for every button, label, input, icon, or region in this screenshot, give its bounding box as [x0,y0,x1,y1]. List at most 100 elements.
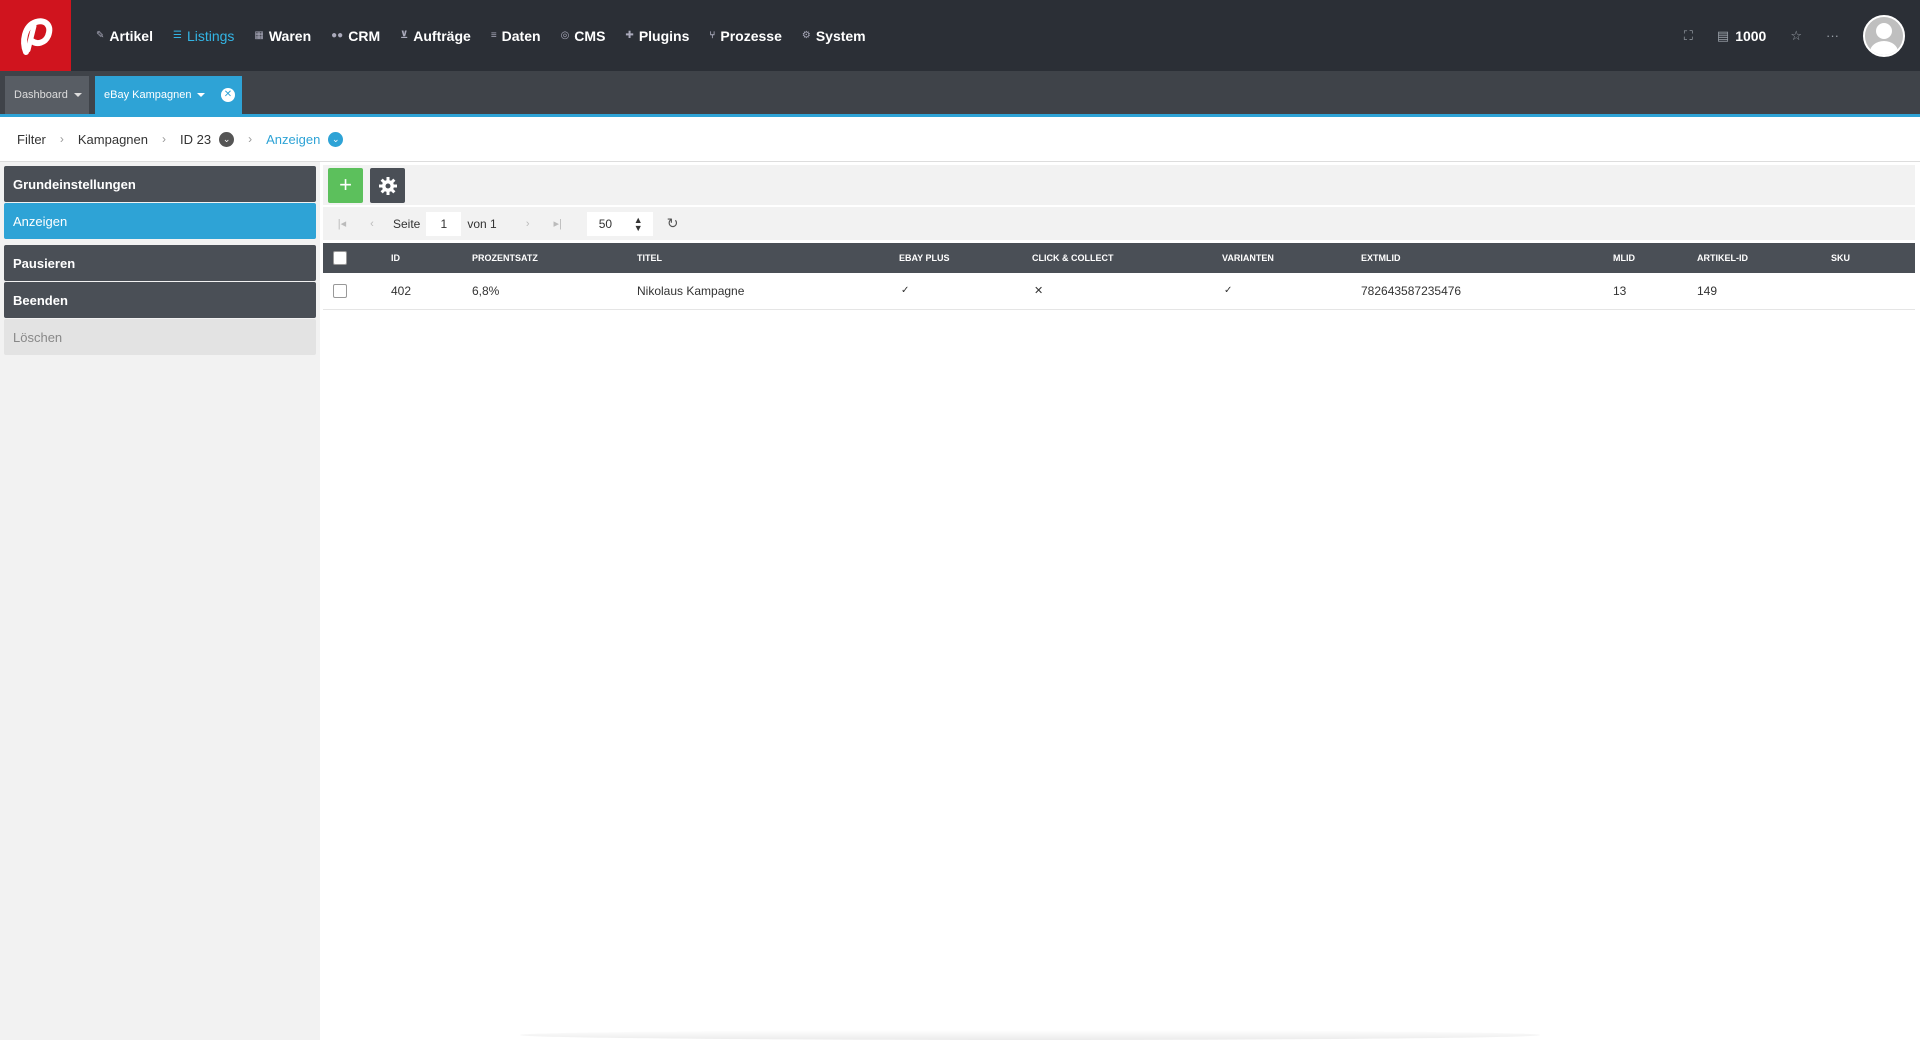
breadcrumb-label: Filter [17,131,46,147]
cell-id: 402 [391,283,412,298]
refresh-icon[interactable]: ↻ [667,215,679,232]
globe-icon: ◎ [560,30,570,41]
page-total: von 1 [467,216,497,231]
select-all-cell [323,243,391,273]
column-header-mlid[interactable]: MlId [1613,243,1697,273]
column-header-id[interactable]: ID [391,243,472,273]
next-page-icon[interactable]: › [513,218,543,230]
row-checkbox[interactable] [333,284,347,299]
sidebar-item-grundeinstellungen[interactable]: Grundeinstellungen [4,166,316,202]
main-content: + |◂ ‹ Seite von 1 [320,162,1920,1040]
breadcrumb-kampagnen[interactable]: Kampagnen [78,132,148,147]
first-page-icon[interactable]: |◂ [327,217,357,230]
chevron-right-icon: › [248,132,253,146]
nav-label: Waren [268,27,312,44]
tab-label: Dashboard [14,89,68,101]
star-icon[interactable]: ☆ [1790,28,1802,44]
row-select-cell [323,273,391,309]
more-icon[interactable]: ··· [1826,28,1839,43]
column-header-artikel-id[interactable]: Artikel-ID [1697,243,1831,273]
column-header-varianten[interactable]: Varianten [1222,243,1361,273]
chevron-down-icon [73,93,82,97]
gear-icon: ⚙ [801,30,811,41]
nav-prozesse[interactable]: ⑂ Prozesse [709,28,781,44]
nav-daten[interactable]: ≡ Daten [491,28,541,44]
check-icon: ✓ [1224,285,1233,297]
breadcrumb-label: ID 23 [180,131,212,147]
sidebar-item-label: Pausieren [13,255,76,271]
chevron-down-icon [197,93,206,97]
chevron-down-icon[interactable]: ⌄ [328,131,344,147]
sidebar-item-pausieren[interactable]: Pausieren [4,245,316,281]
fullscreen-icon[interactable]: ⛶ [1684,28,1693,44]
last-page-icon[interactable]: ▸| [543,217,573,230]
breadcrumb-id[interactable]: ID 23 ⌄ [180,131,235,147]
avatar[interactable] [1863,14,1905,57]
nav-crm[interactable]: ●● CRM [331,28,380,44]
store-icon: ▤ [1716,27,1730,43]
column-header-ebay-plus[interactable]: eBay Plus [899,243,1032,273]
sidebar-item-anzeigen[interactable]: Anzeigen [4,203,316,239]
nav-label: Daten [501,27,541,44]
cell-artikel-id: 149 [1697,283,1718,298]
sort-arrows-icon: ▲ ▼ [633,214,643,233]
page-input[interactable] [426,211,462,236]
column-header-extmlid[interactable]: ExtMlId [1361,243,1613,273]
nav-plugins[interactable]: ✚ Plugins [625,28,689,44]
sidebar-item-label: Löschen [13,329,63,345]
nav-label: Artikel [109,27,153,44]
nav-artikel[interactable]: ✎ Artikel [96,28,153,44]
chevron-down-icon[interactable]: ⌄ [219,131,235,147]
top-right-controls: ⛶ ▤ 1000 ☆ ··· [1684,0,1920,71]
tab-ebay-kampagnen[interactable]: eBay Kampagnen ✕ [95,76,242,114]
boxes-icon: ▦ [254,30,264,41]
sidebar-item-label: Anzeigen [13,213,68,229]
sidebar-item-label: Beenden [13,292,68,308]
column-header-sku[interactable]: SKU [1831,243,1915,273]
select-all-checkbox[interactable] [333,251,347,265]
cart-icon: ⊻ [400,30,409,41]
credits-value: 1000 [1735,27,1767,44]
cell-extmlid: 782643587235476 [1361,283,1462,298]
ads-table: ID Prozentsatz Titel eBay Plus Click & C… [323,243,1915,310]
table-row[interactable]: 402 6,8% Nikolaus Kampagne ✓ ✕ ✓ 7826435… [323,273,1915,309]
nav-cms[interactable]: ◎ CMS [561,28,606,44]
nav-auftraege[interactable]: ⊻ Aufträge [400,28,471,44]
cross-icon: ✕ [1034,285,1044,298]
column-header-prozentsatz[interactable]: Prozentsatz [472,243,637,273]
column-header-titel[interactable]: Titel [637,243,899,273]
sidebar-item-beenden[interactable]: Beenden [4,282,316,318]
sidebar-item-loeschen[interactable]: Löschen [4,319,316,355]
settings-button[interactable] [370,168,405,203]
tab-dashboard[interactable]: Dashboard [5,76,89,114]
chevron-right-icon: › [59,132,64,146]
nav-system[interactable]: ⚙ System [802,28,866,44]
add-button[interactable]: + [328,168,363,203]
main-menu: ✎ Artikel ☰ Listings ▦ Waren ●● CRM ⊻ Aufträg… [96,0,866,71]
nav-waren[interactable]: ▦ Waren [254,28,311,44]
credits-display[interactable]: ▤ 1000 [1717,28,1766,44]
users-icon: ●● [331,30,344,41]
chevron-right-icon: › [162,132,167,146]
nav-listings[interactable]: ☰ Listings [173,28,234,44]
prev-page-icon[interactable]: ‹ [357,218,387,230]
tag-icon: ✎ [96,30,105,41]
puzzle-icon: ✚ [625,30,634,41]
column-header-click-collect[interactable]: Click & Collect [1032,243,1222,273]
breadcrumb: Filter › Kampagnen › ID 23 ⌄ › Anzeigen ⌄ [0,117,1920,162]
tab-label: eBay Kampagnen [104,89,192,101]
tab-bar: Dashboard eBay Kampagnen ✕ [0,71,1920,117]
nav-label: Listings [186,27,235,44]
breadcrumb-filter[interactable]: Filter [17,132,46,147]
cell-mlid: 13 [1613,283,1627,298]
breadcrumb-label: Kampagnen [77,131,149,147]
per-page-select[interactable]: 50 ▲ ▼ [586,211,653,236]
nav-label: Plugins [638,27,690,44]
nav-label: CMS [574,27,606,44]
check-icon: ✓ [901,285,910,297]
plenty-logo[interactable] [0,0,71,71]
breadcrumb-anzeigen[interactable]: Anzeigen ⌄ [266,131,344,147]
nav-label: Aufträge [413,27,471,44]
nav-label: System [815,27,866,44]
close-icon[interactable]: ✕ [221,88,235,102]
